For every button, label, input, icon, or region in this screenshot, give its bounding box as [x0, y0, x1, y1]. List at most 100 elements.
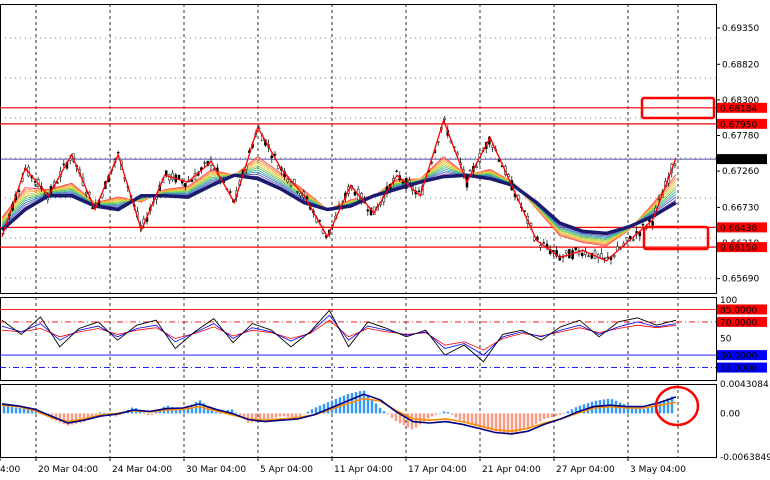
candle-body [468, 170, 472, 172]
candle-body [56, 182, 59, 184]
price-tick-label: 0.65690 [722, 275, 759, 285]
candle-body [571, 250, 574, 260]
candle-body [177, 174, 181, 179]
osc-tick-label: 50 [720, 335, 732, 345]
current-price-label: 0.67435 [720, 156, 757, 166]
osc-tick-label: 100 [720, 296, 737, 306]
macd-histogram-bar [310, 409, 314, 414]
candle-body [593, 250, 597, 259]
macd-tick-label: 0.0043084 [720, 380, 769, 390]
level-price-label: 0.66438 [720, 224, 757, 234]
x-tick-label: 30 Mar 04:00 [186, 465, 246, 475]
candle-body [62, 163, 66, 166]
macd-histogram-bar [250, 413, 254, 423]
candle-body [587, 255, 590, 257]
candle-body [299, 193, 302, 197]
macd-histogram-bar [642, 408, 646, 414]
macd-histogram-bar [498, 413, 502, 432]
macd-histogram-bar [18, 408, 22, 414]
level-price-label: 0.66150 [720, 244, 757, 254]
macd-histogram-bar [662, 400, 666, 414]
macd-histogram-bar [550, 413, 554, 418]
candle-body [603, 257, 606, 259]
macd-histogram-bar [214, 411, 218, 414]
macd-histogram-bar [466, 413, 470, 424]
macd-histogram-bar [442, 411, 446, 414]
macd-histogram-bar [566, 411, 570, 414]
macd-histogram-bar [178, 409, 182, 414]
price-tick-label: 0.66730 [722, 203, 759, 213]
macd-histogram-bar [366, 394, 370, 414]
macd-histogram-bar [98, 412, 102, 414]
candle-body [43, 193, 46, 196]
macd-histogram-bar [306, 411, 310, 414]
candle-body [574, 247, 578, 251]
macd-histogram-bar [458, 413, 462, 421]
macd-histogram-bar [314, 407, 318, 414]
macd-histogram-bar [286, 413, 290, 417]
macd-histogram-bar [570, 409, 574, 414]
x-tick-label: 3 May 04:00 [630, 465, 686, 475]
level-price-label: 0.67950 [720, 120, 757, 130]
macd-tick-label: 0.00 [720, 409, 740, 419]
x-tick-label: 11 Apr 04:00 [334, 465, 393, 475]
candle-body [625, 237, 629, 242]
candle-body [270, 155, 274, 158]
macd-histogram-bar [6, 406, 10, 414]
macd-histogram-bar [382, 411, 386, 414]
candle-body [606, 256, 610, 259]
price-tick-label: 0.67260 [722, 167, 759, 177]
macd-histogram-bar [494, 413, 498, 432]
macd-histogram-bar [290, 413, 294, 418]
candle-body [612, 255, 616, 258]
osc-level-label: 85.0000 [720, 306, 757, 316]
macd-histogram-bar [66, 413, 70, 426]
macd-histogram-bar [558, 413, 562, 416]
candle-body [564, 250, 568, 254]
candle-body [539, 245, 542, 248]
candle-body [641, 224, 645, 226]
macd-histogram-bar [542, 413, 546, 420]
candle-body [289, 182, 293, 186]
macd-histogram-bar [58, 413, 62, 423]
candle-body [228, 191, 232, 193]
macd-histogram-bar [530, 413, 534, 427]
macd-histogram-bar [282, 413, 286, 417]
x-tick-label: 21 Apr 04:00 [482, 465, 541, 475]
candle-body [417, 190, 421, 193]
macd-histogram-bar [182, 409, 186, 414]
candle-body [580, 252, 584, 257]
macd-histogram-bar [154, 412, 158, 414]
macd-histogram-bar [374, 403, 378, 414]
x-tick-label: 24 Mar 04:00 [112, 465, 172, 475]
candle-body [116, 152, 120, 154]
candle-body [408, 180, 411, 183]
macd-histogram-bar [638, 408, 642, 414]
level-price-label: 0.68184 [720, 104, 757, 114]
macd-histogram-bar [354, 392, 358, 414]
candle-body [286, 179, 290, 183]
candle-body [203, 162, 206, 164]
macd-histogram-bar [430, 413, 434, 417]
x-tick-label: 27 Apr 04:00 [556, 465, 615, 475]
macd-histogram-bar [22, 408, 26, 414]
osc-level-label: 30.0000 [720, 352, 757, 362]
price-tick-label: 0.69350 [722, 24, 759, 34]
macd-histogram-bar [562, 413, 566, 414]
macd-histogram-bar [546, 413, 550, 418]
macd-histogram-bar [526, 413, 530, 429]
candle-body [632, 239, 635, 242]
candle-body [475, 166, 478, 169]
macd-histogram-bar [150, 413, 154, 415]
macd-histogram-bar [278, 413, 282, 417]
candle-body [273, 153, 277, 156]
candle-body [91, 207, 94, 210]
macd-histogram-bar [454, 413, 458, 418]
osc-level-label: 70.0000 [720, 318, 757, 328]
macd-histogram-bar [658, 402, 662, 414]
chart-background [0, 0, 770, 480]
macd-histogram-bar [386, 413, 390, 415]
candle-body [366, 209, 370, 212]
candle-body [395, 170, 398, 172]
macd-histogram-bar [14, 407, 18, 414]
